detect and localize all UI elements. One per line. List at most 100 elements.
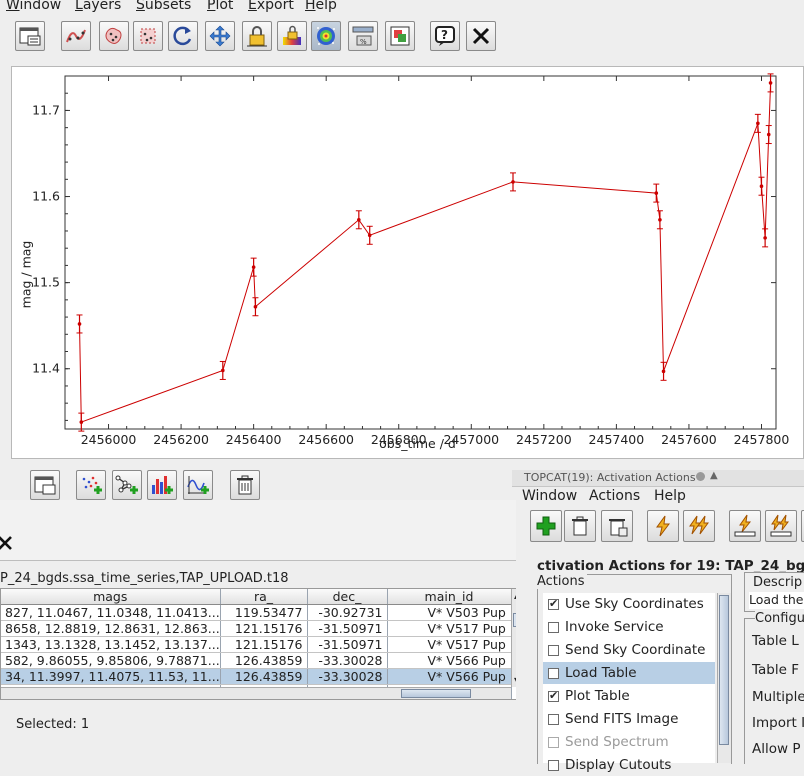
action-item[interactable]: Use Sky Coordinates (548, 593, 718, 615)
y-tick-label: 11.4 (32, 361, 60, 376)
action-checkbox[interactable] (548, 597, 559, 610)
column-header-dec[interactable]: dec_ (307, 589, 388, 605)
y-tick-label: 11.6 (32, 189, 60, 204)
action-item[interactable]: Send Sky Coordinate (548, 639, 718, 661)
data-table[interactable]: mags ra_ dec_ main_id 827, 11.0467, 11.0… (0, 588, 526, 700)
invoke-rows-button[interactable] (765, 510, 797, 542)
horizontal-scrollbar[interactable] (1, 687, 511, 699)
action-label: Display Cutouts (565, 757, 672, 773)
description-label: Descrip (753, 575, 803, 590)
control-window-button[interactable] (15, 21, 45, 51)
actions-scroll-thumb[interactable] (719, 595, 729, 745)
data-point (763, 236, 767, 240)
y-tick-label: 11.7 (32, 102, 60, 117)
table-close-button[interactable] (0, 530, 14, 556)
aux-lock-button[interactable] (277, 21, 307, 51)
activation-menu-window[interactable]: Window (522, 488, 577, 504)
action-checkbox[interactable] (548, 736, 559, 748)
action-item[interactable]: Send FITS Image (548, 708, 718, 730)
cell-mags: 827, 11.0467, 11.0348, 11.0413... (1, 604, 221, 621)
add-scatter-layer-button[interactable] (76, 470, 106, 500)
axis-lock-button[interactable] (242, 21, 272, 51)
lightning-row-icon (734, 514, 756, 537)
close-icon (0, 536, 12, 550)
activation-menu-help[interactable]: Help (654, 488, 686, 504)
add-histogram-icon (152, 476, 173, 494)
horizontal-scroll-thumb[interactable] (401, 689, 471, 698)
table-row[interactable]: 8658, 12.8819, 12.8631, 12.863... 121.151… (1, 620, 512, 637)
action-item[interactable]: Invoke Service (548, 616, 718, 638)
action-label: Send FITS Image (565, 711, 679, 727)
column-header-ra[interactable]: ra_ (220, 589, 308, 605)
plot-panel[interactable]: 2456000 2456200 2456400 2456600 2456800 24570… (11, 66, 804, 459)
remove-all-actions-button[interactable] (601, 510, 633, 542)
menu-export[interactable]: Export (248, 0, 294, 13)
data-point (661, 369, 666, 374)
cell-mags: 582, 9.86055, 9.85806, 9.78871... (1, 652, 221, 669)
cell-mags: 34, 11.3997, 11.4075, 11.53, 11... (1, 668, 221, 685)
invoke-all-button[interactable] (683, 510, 715, 542)
action-checkbox[interactable] (548, 644, 559, 656)
data-point (766, 132, 771, 137)
menu-window[interactable]: Window (6, 0, 61, 13)
remove-action-button[interactable] (564, 510, 596, 542)
close-button[interactable] (466, 21, 496, 51)
table-row[interactable]: 1343, 13.1328, 13.1452, 13.137... 121.151… (1, 636, 512, 653)
maximize-icon[interactable]: ▲ (710, 470, 718, 481)
replot-button[interactable] (168, 21, 198, 51)
action-item[interactable]: Plot Table (548, 685, 718, 707)
invoke-action-button[interactable] (647, 510, 679, 542)
export-image-button[interactable] (385, 21, 415, 51)
help-icon: ? (435, 26, 455, 46)
blob-subset-button[interactable] (99, 21, 129, 51)
action-checkbox[interactable] (548, 713, 559, 725)
menu-layers[interactable]: Layers (75, 0, 121, 13)
box-subset-button[interactable] (133, 21, 163, 51)
config-multiple: Multiple (752, 689, 804, 705)
lightning-rows-icon (770, 514, 792, 537)
trash-icon (237, 475, 253, 495)
add-histogram-layer-button[interactable] (147, 470, 177, 500)
activation-menu-actions[interactable]: Actions (589, 488, 640, 504)
menu-plot[interactable]: Plot (207, 0, 233, 13)
menu-help[interactable]: Help (305, 0, 337, 13)
layer-control-button[interactable] (30, 470, 60, 500)
data-point (756, 121, 760, 126)
action-item[interactable]: Load Table (543, 662, 715, 684)
add-action-button[interactable] (530, 510, 562, 542)
column-header-mags[interactable]: mags (1, 589, 221, 605)
data-point (77, 322, 82, 326)
remove-layer-button[interactable] (230, 470, 260, 500)
draw-subset-button[interactable] (61, 21, 91, 51)
config-table-format: Table F (752, 662, 799, 678)
blob-subset-icon (105, 27, 122, 44)
table-row[interactable]: 582, 9.86055, 9.85806, 9.78871... 126.438… (1, 652, 512, 669)
menu-subsets[interactable]: Subsets (136, 0, 191, 13)
action-checkbox[interactable] (548, 621, 559, 633)
invoke-row-button[interactable] (729, 510, 761, 542)
rescale-button[interactable] (205, 21, 235, 51)
box-subset-icon (140, 28, 156, 44)
action-item[interactable]: Send Spectrum (548, 731, 718, 753)
progress-bar-button[interactable]: % (348, 21, 378, 51)
action-checkbox[interactable] (548, 667, 559, 679)
actions-group-label: Actions (537, 574, 587, 589)
actions-scrollbar[interactable] (717, 593, 731, 763)
data-point (251, 265, 256, 269)
table-row[interactable]: 827, 11.0467, 11.0348, 11.0413... 119.534… (1, 604, 512, 621)
cell-dec: -33.30028 (307, 652, 388, 669)
action-checkbox[interactable] (548, 759, 559, 771)
main-toolbar: % ? (0, 14, 804, 58)
add-link-layer-button[interactable] (112, 470, 142, 500)
action-checkbox[interactable] (548, 689, 559, 702)
progress-icon: % (352, 26, 374, 46)
minimize-icon[interactable] (696, 472, 705, 481)
cell-ra: 126.43859 (220, 652, 308, 669)
sketch-button[interactable] (311, 21, 341, 51)
help-button[interactable]: ? (430, 21, 460, 51)
column-header-main-id[interactable]: main_id (387, 589, 512, 605)
action-item[interactable]: Display Cutouts (548, 754, 718, 776)
table-row[interactable]: 34, 11.3997, 11.4075, 11.53, 11... 126.43… (1, 668, 512, 685)
light-curve-plot[interactable]: 2456000 2456200 2456400 2456600 2456800 24570… (12, 67, 803, 458)
add-function-layer-button[interactable] (183, 470, 213, 500)
